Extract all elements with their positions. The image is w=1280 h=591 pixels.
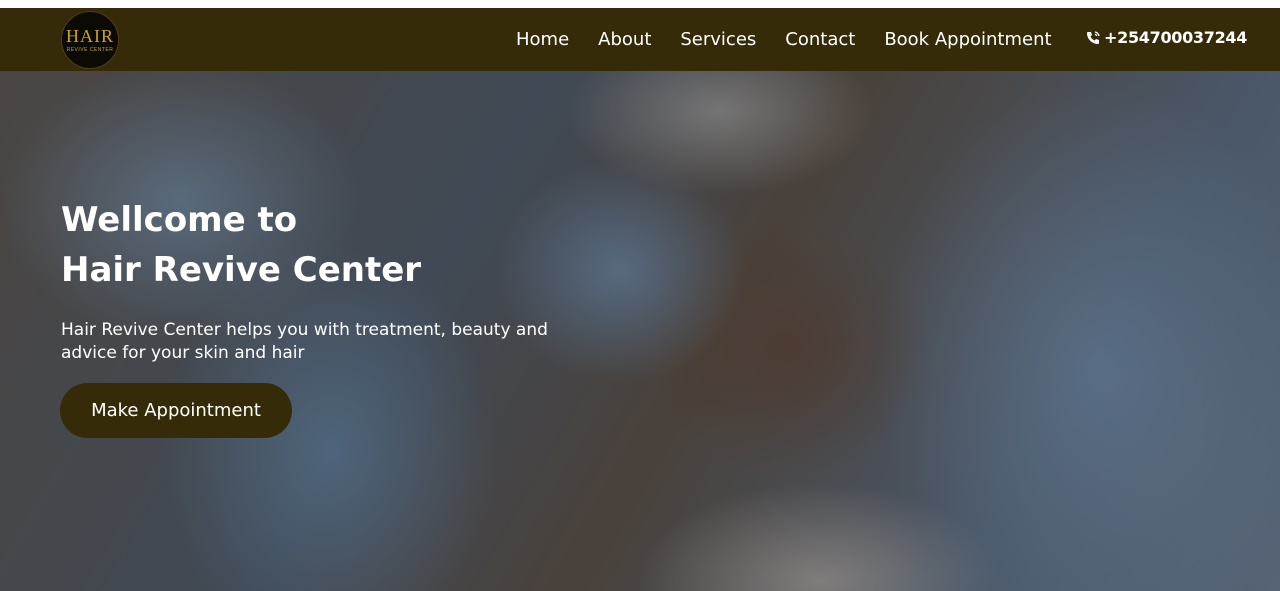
- nav-book-appointment-link[interactable]: Book Appointment: [884, 28, 1051, 52]
- logo-text: HAIR: [66, 26, 114, 46]
- header-navbar: HAIR REVIVE CENTER Home About Services C…: [0, 8, 1280, 71]
- phone-icon: [1087, 30, 1100, 44]
- phone-contact[interactable]: +254700037244: [1085, 28, 1247, 47]
- main-nav: Home About Services Contact Book Appoint…: [516, 28, 1081, 52]
- hero-banner: Wellcome to Hair Revive Center Hair Revi…: [0, 71, 1280, 591]
- make-appointment-button[interactable]: Make Appointment: [60, 383, 292, 438]
- logo-subtitle: REVIVE CENTER: [66, 47, 114, 53]
- logo[interactable]: HAIR REVIVE CENTER: [61, 11, 119, 69]
- hero-description: Hair Revive Center helps you with treatm…: [61, 320, 548, 363]
- nav-about-link[interactable]: About: [598, 28, 651, 52]
- hero-title-line2: Hair Revive Center: [61, 250, 422, 290]
- phone-number: +254700037244: [1104, 28, 1248, 47]
- hero-title: Wellcome to Hair Revive Center: [61, 195, 421, 295]
- hero-title-line1: Wellcome to: [61, 200, 298, 240]
- nav-services-link[interactable]: Services: [680, 28, 756, 52]
- nav-home-link[interactable]: Home: [516, 28, 569, 52]
- top-strip: [0, 0, 1280, 8]
- nav-contact-link[interactable]: Contact: [785, 28, 855, 52]
